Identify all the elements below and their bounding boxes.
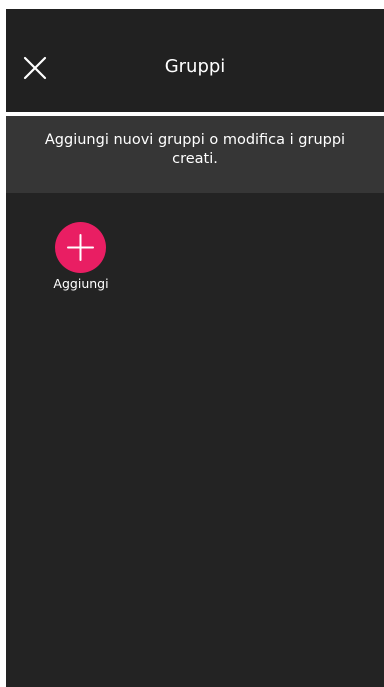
add-circle	[55, 222, 106, 273]
add-group-label: Aggiungi	[53, 276, 109, 291]
plus-icon	[67, 234, 94, 261]
groups-screen: Gruppi Aggiungi nuovi gruppi o modifica …	[6, 9, 384, 687]
page-title: Gruppi	[164, 56, 226, 77]
info-banner: Aggiungi nuovi gruppi o modifica i grupp…	[6, 116, 384, 193]
info-text: Aggiungi nuovi gruppi o modifica i grupp…	[44, 132, 346, 167]
add-group-button[interactable]: Aggiungi	[46, 222, 116, 302]
app-header: Gruppi	[6, 9, 384, 112]
